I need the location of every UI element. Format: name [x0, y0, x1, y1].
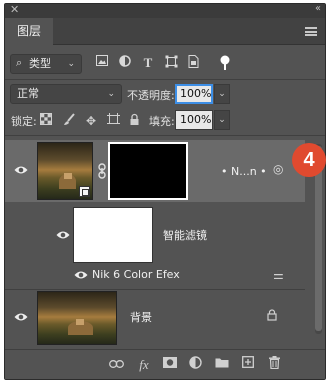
shape-filter-icon[interactable] [163, 55, 179, 71]
smart-filter-indicator-icon[interactable]: ◎ [273, 162, 283, 176]
fx-icon[interactable]: fx [135, 356, 153, 374]
folder-icon[interactable] [213, 356, 231, 374]
visibility-eye-icon[interactable] [13, 312, 29, 324]
new-layer-icon[interactable] [239, 356, 257, 374]
chevron-down-icon: ⌄ [67, 59, 75, 69]
layer-row-smart-filters[interactable]: 智能滤镜 [5, 205, 305, 267]
tab-layers[interactable]: 图层 [5, 18, 53, 45]
layer-mask-thumbnail[interactable] [108, 142, 188, 200]
lock-all-icon[interactable] [126, 113, 142, 129]
collapse-icon[interactable]: ‹‹ [315, 4, 321, 14]
fill-label: 填充: [149, 115, 175, 128]
filter-entry-name[interactable]: Nik 6 Color Efex [92, 268, 180, 281]
smart-object-badge-icon [79, 186, 90, 197]
lock-pixels-brush-icon[interactable] [61, 113, 77, 129]
adjustment-icon[interactable] [186, 356, 204, 374]
fill-dropdown-button[interactable]: ⌄ [214, 110, 230, 130]
filter-kind-dropdown[interactable]: ⌕ 类型 ⌄ [10, 54, 82, 74]
layer-name[interactable]: • N...n • [221, 165, 267, 178]
type-filter-icon[interactable]: T [140, 55, 156, 71]
image-filter-icon[interactable] [94, 55, 110, 71]
opacity-dropdown-button[interactable]: ⌄ [214, 84, 230, 104]
callout-number-badge: 4 [292, 143, 326, 177]
layer-row-smart-object[interactable]: • N...n • ◎ [5, 140, 305, 202]
trash-icon[interactable] [265, 356, 283, 374]
lock-position-move-icon[interactable]: ✥ [83, 113, 99, 129]
layer-row-filter-entry[interactable]: Nik 6 Color Efex ⚌ [5, 267, 305, 285]
panel-menu-icon[interactable] [305, 27, 317, 36]
visibility-eye-icon[interactable] [13, 165, 29, 177]
chevron-down-icon: ⌄ [107, 89, 115, 99]
filter-blending-options-icon[interactable]: ⚌ [273, 268, 284, 282]
panel-titlebar: ✕ ‹‹ [5, 4, 325, 18]
divider [5, 79, 325, 80]
layers-panel: ✕ ‹‹ 图层 ⌕ 类型 ⌄ T 正常 ⌄ 不透明度: 100% ⌄ 锁定: ✥… [4, 3, 326, 380]
filter-toggle-icon[interactable] [217, 55, 233, 71]
layers-list: • N...n • ◎ 智能滤镜 Nik 6 Color Efex ⚌ 背景 [5, 137, 325, 350]
filter-kind-label: 类型 [29, 57, 51, 70]
layer-name[interactable]: 背景 [130, 309, 152, 325]
bottom-toolbar: fx [5, 349, 325, 379]
divider [5, 135, 325, 136]
panel-tabbar: 图层 [5, 18, 325, 45]
visibility-eye-icon[interactable] [73, 270, 89, 282]
layer-thumbnail[interactable] [37, 142, 93, 200]
lock-transparency-icon[interactable] [38, 113, 54, 129]
fill-input[interactable]: 100% [175, 110, 213, 130]
visibility-eye-icon[interactable] [55, 230, 71, 242]
smart-object-filter-icon[interactable] [185, 55, 201, 71]
opacity-input[interactable]: 100% [175, 84, 213, 104]
blend-mode-dropdown[interactable]: 正常 ⌄ [10, 84, 122, 104]
lock-label: 锁定: [11, 115, 37, 128]
layer-row-background[interactable]: 背景 [5, 289, 305, 347]
smart-filter-mask-thumbnail[interactable] [73, 207, 153, 263]
adjustment-filter-icon[interactable] [117, 55, 133, 71]
lock-row: 锁定: ✥ 填充: 100% ⌄ [5, 110, 325, 132]
filter-row: ⌕ 类型 ⌄ T [5, 52, 325, 76]
mask-icon[interactable] [161, 356, 179, 374]
lock-artboard-icon[interactable] [105, 113, 121, 129]
layer-thumbnail[interactable] [37, 291, 117, 345]
opacity-label: 不透明度: [127, 89, 175, 102]
blend-mode-value: 正常 [17, 87, 39, 100]
smart-filters-label: 智能滤镜 [163, 229, 207, 242]
close-icon[interactable]: ✕ [10, 4, 19, 16]
mask-link-chain-icon[interactable] [98, 163, 106, 182]
blend-opacity-row: 正常 ⌄ 不透明度: 100% ⌄ [5, 83, 325, 105]
lock-icon [267, 309, 277, 324]
link-icon[interactable] [107, 356, 125, 374]
search-icon: ⌕ [16, 56, 23, 69]
